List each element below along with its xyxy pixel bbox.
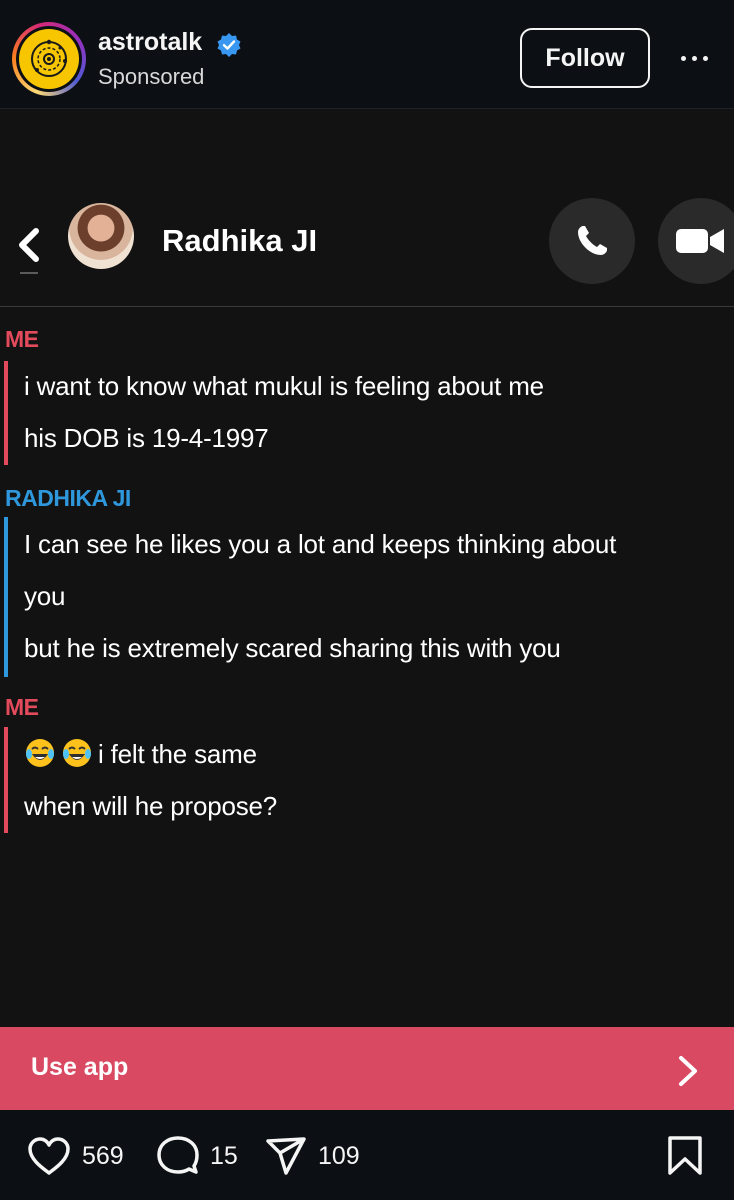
message-line: i want to know what mukul is feeling abo… — [24, 371, 544, 401]
save-action[interactable] — [666, 1135, 704, 1177]
send-icon — [266, 1137, 306, 1175]
sender-label: ME — [5, 326, 39, 352]
back-arrow-icon — [19, 228, 39, 262]
use-app-banner[interactable]: Use app — [0, 1027, 734, 1110]
comment-icon — [157, 1136, 199, 1174]
account-name[interactable]: astrotalk — [98, 28, 202, 57]
message-line: but he is extremely scared sharing this … — [24, 633, 561, 663]
account-avatar[interactable] — [12, 22, 86, 96]
follow-button[interactable]: Follow — [520, 28, 650, 88]
sender-label: ME — [5, 694, 39, 720]
message-line: when will he propose? — [24, 791, 278, 821]
message-line: his DOB is 19-4-1997 — [24, 423, 269, 453]
astrotalk-logo-icon — [19, 29, 79, 89]
contact-avatar — [68, 203, 134, 269]
post-actions-bar: 569 15 109 — [0, 1110, 734, 1200]
message-text: i felt the same — [98, 739, 257, 769]
message-bar — [4, 517, 8, 677]
use-app-label: Use app — [31, 1053, 129, 1081]
post-header: astrotalk Sponsored Follow — [0, 0, 734, 109]
chevron-right-icon — [679, 1056, 697, 1086]
message-line: I can see he likes you a lot and keeps t… — [24, 529, 617, 559]
share-count: 109 — [318, 1141, 360, 1170]
video-camera-icon — [676, 229, 724, 253]
sponsored-label: Sponsored — [98, 64, 205, 89]
divider — [20, 272, 38, 274]
comment-count: 15 — [210, 1141, 238, 1170]
like-count: 569 — [82, 1141, 124, 1170]
sender-label: RADHIKA JI — [5, 485, 131, 511]
more-options-icon[interactable] — [672, 38, 716, 78]
laughing-emoji-icon — [63, 739, 91, 767]
message-bar — [4, 727, 8, 833]
chat-header-divider — [0, 306, 734, 307]
bookmark-icon — [668, 1136, 702, 1175]
post-media[interactable]: Radhika JI ME i want to know what mukul … — [0, 109, 734, 1027]
message-line: you — [24, 581, 66, 611]
message-line-with-emoji: i felt the same — [24, 737, 257, 770]
contact-name: Radhika JI — [162, 223, 318, 258]
video-call-button — [658, 198, 734, 284]
share-action[interactable]: 109 — [264, 1135, 360, 1177]
message-bar — [4, 361, 8, 465]
phone-call-button — [549, 198, 635, 284]
verified-badge-icon — [217, 33, 241, 57]
comment-action[interactable]: 15 — [156, 1135, 238, 1177]
laughing-emoji-icon — [26, 739, 54, 767]
like-action[interactable]: 569 — [26, 1135, 124, 1177]
heart-icon — [28, 1137, 70, 1175]
phone-icon — [578, 226, 607, 255]
